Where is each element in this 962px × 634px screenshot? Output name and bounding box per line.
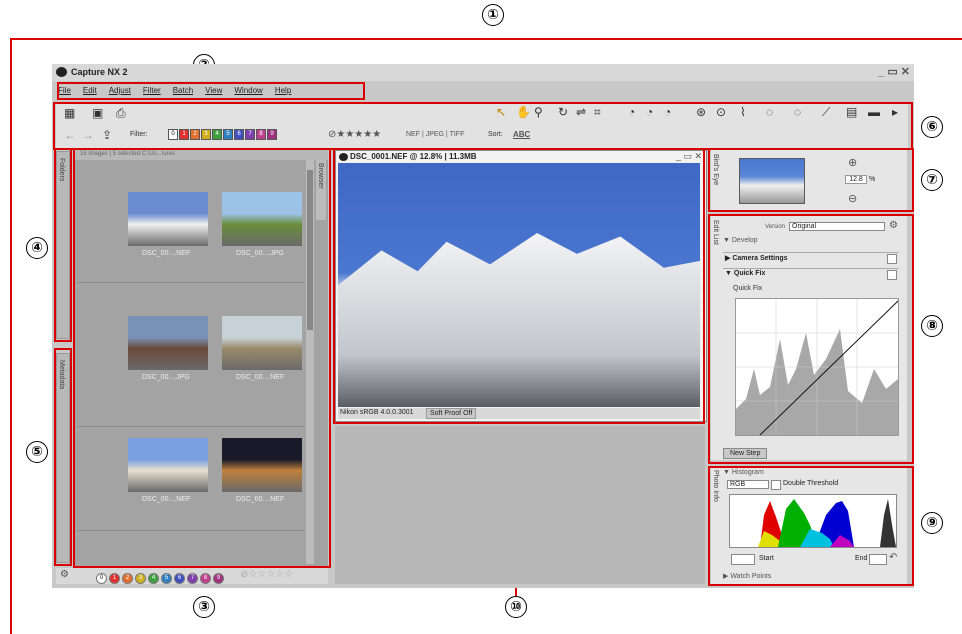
callout-8: ⑧ (921, 315, 943, 337)
callout-3: ③ (193, 596, 215, 618)
browser-options-icon[interactable]: ⚙ (60, 569, 69, 580)
image-window-callout-box (333, 148, 705, 424)
edit-list-callout-box (708, 214, 914, 464)
app-title: Capture NX 2 (71, 67, 128, 77)
browser-callout-box (73, 148, 331, 568)
birds-eye-callout-box (708, 148, 914, 212)
histogram-callout-box (708, 466, 914, 586)
browser-label-filter[interactable]: 2 (122, 573, 133, 584)
callout-1: ① (482, 4, 504, 26)
browser-label-filter[interactable]: 1 (109, 573, 120, 584)
callout-9: ⑨ (921, 512, 943, 534)
editor-empty-area (335, 426, 705, 584)
window-controls[interactable]: _ ▭ ✕ (878, 65, 910, 78)
folders-callout-box (54, 148, 72, 342)
browser-label-filter[interactable]: 9 (213, 573, 224, 584)
callout-10: ⑩ (505, 596, 527, 618)
toolbar-callout-box (53, 102, 913, 150)
callout-6: ⑥ (921, 116, 943, 138)
callout-5: ⑤ (26, 441, 48, 463)
browser-label-filter[interactable]: 0 (96, 573, 107, 584)
browser-label-filter[interactable]: 8 (200, 573, 211, 584)
browser-rating-filter[interactable]: ⊘☆☆☆☆☆ (240, 569, 293, 580)
browser-label-filter[interactable]: 5 (161, 573, 172, 584)
browser-label-filter[interactable]: 3 (135, 573, 146, 584)
browser-label-filter[interactable]: 4 (148, 573, 159, 584)
browser-label-filter[interactable]: 6 (174, 573, 185, 584)
callout-4: ④ (26, 237, 48, 259)
browser-filter-bar: ⚙ 0123456789 ⊘☆☆☆☆☆ (56, 568, 328, 584)
metadata-callout-box (54, 348, 72, 566)
frame-left-line (10, 38, 12, 634)
browser-label-filter[interactable]: 7 (187, 573, 198, 584)
title-bar: Capture NX 2 _ ▭ ✕ (52, 64, 914, 81)
callout-7: ⑦ (921, 169, 943, 191)
menu-callout-box (57, 82, 365, 100)
browser-label-filters: 0123456789 (96, 571, 226, 584)
app-logo-icon (56, 67, 67, 77)
frame-top-line (10, 38, 962, 40)
